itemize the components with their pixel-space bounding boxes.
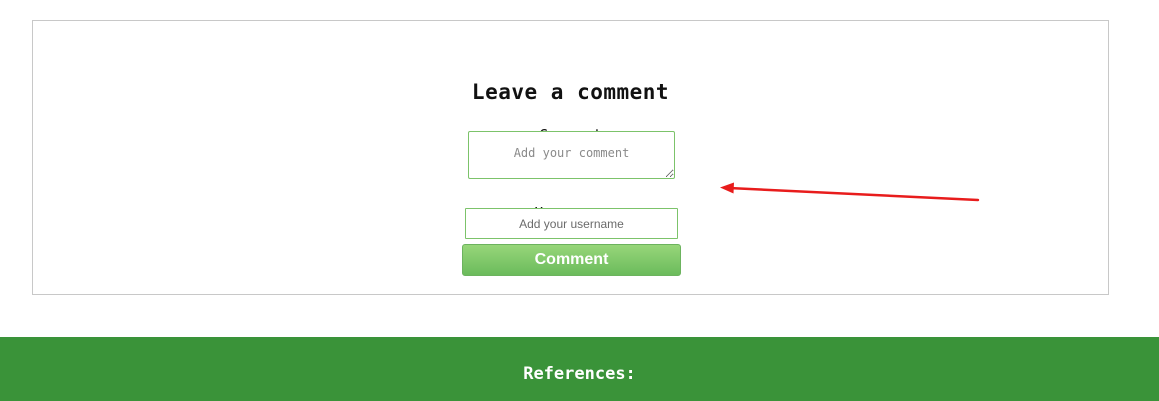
annotation-arrow-icon	[720, 182, 980, 202]
comment-textarea[interactable]	[468, 131, 675, 179]
references-heading: References:	[523, 364, 636, 384]
username-input[interactable]	[465, 208, 678, 239]
references-footer: References:	[0, 337, 1159, 401]
form-title: Leave a comment	[471, 80, 670, 104]
submit-comment-button[interactable]: Comment	[462, 244, 681, 276]
page: Leave a comment Comment Username Comment…	[0, 0, 1159, 401]
